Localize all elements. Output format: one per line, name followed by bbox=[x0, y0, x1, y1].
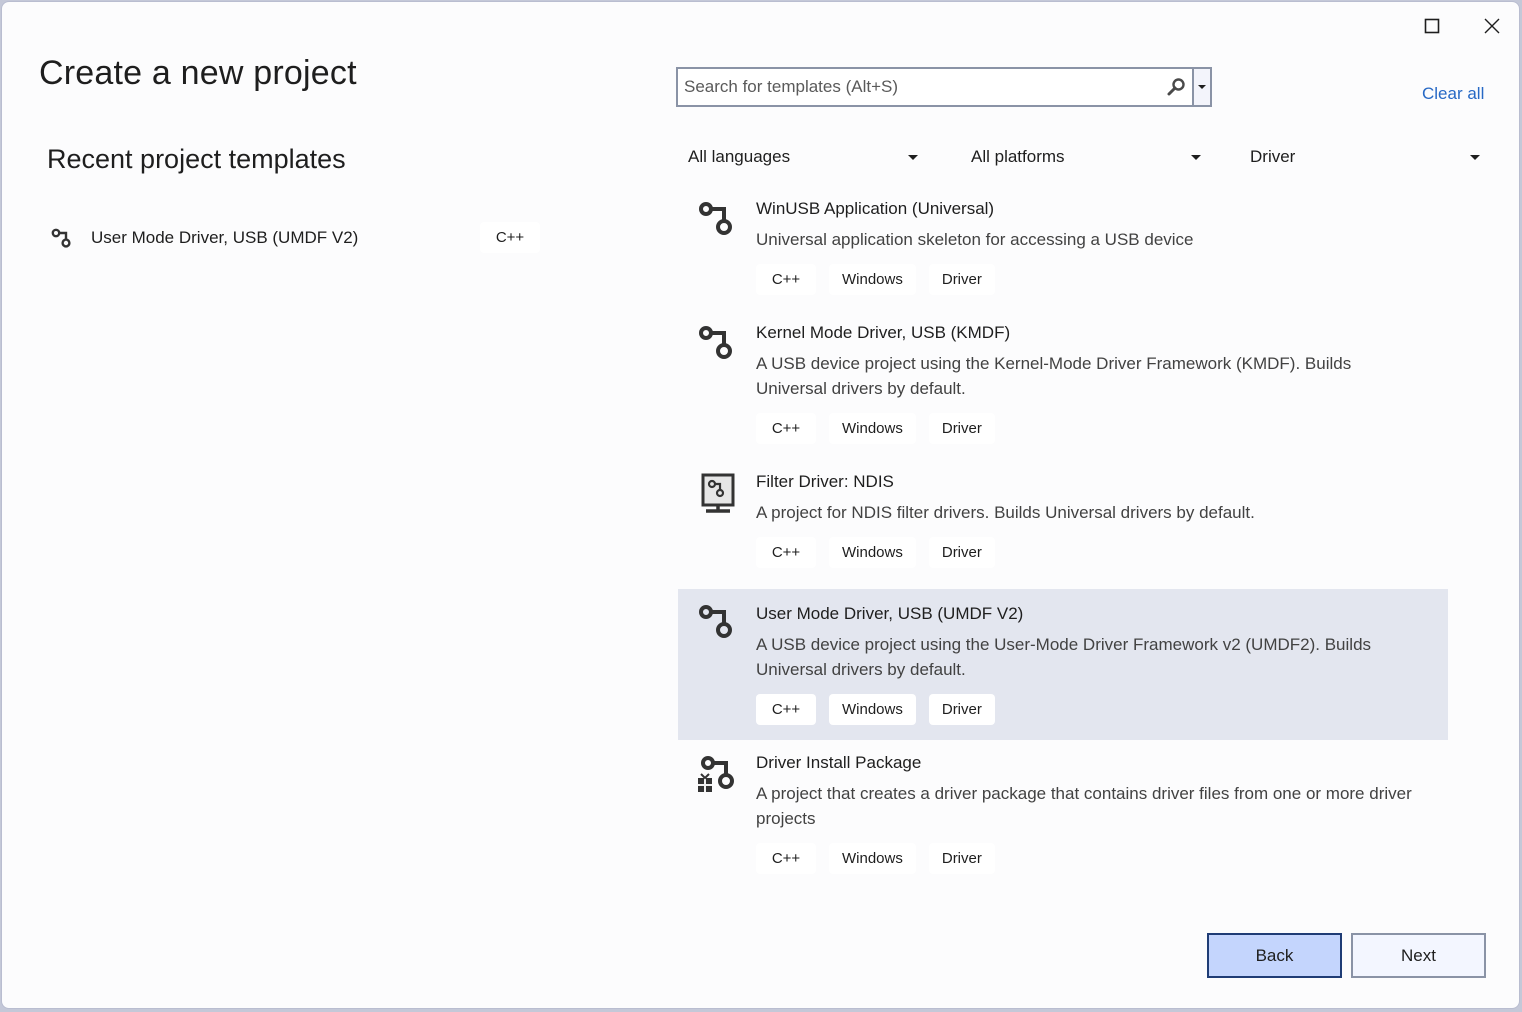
template-item[interactable]: Filter Driver: NDIS A project for NDIS f… bbox=[678, 465, 1448, 582]
close-button[interactable] bbox=[1472, 10, 1512, 42]
driver-icon bbox=[699, 202, 732, 235]
platform-filter-value: All platforms bbox=[971, 147, 1065, 166]
tag-project-type: Driver bbox=[928, 843, 995, 874]
close-icon bbox=[1484, 18, 1500, 34]
template-tags: C++ Windows Driver bbox=[756, 694, 1448, 725]
platform-filter-dropdown[interactable]: All platforms bbox=[961, 140, 1211, 174]
search-history-dropdown[interactable] bbox=[1192, 69, 1210, 105]
language-filter-value: All languages bbox=[688, 147, 791, 166]
tag-project-type: Driver bbox=[928, 413, 995, 444]
template-name: Driver Install Package bbox=[756, 753, 922, 772]
template-item[interactable]: WinUSB Application (Universal) Universal… bbox=[678, 192, 1448, 309]
search-icon bbox=[1167, 78, 1185, 96]
template-description: A project that creates a driver package … bbox=[756, 784, 1412, 828]
template-name: WinUSB Application (Universal) bbox=[756, 199, 995, 218]
template-tags: C++ Windows Driver bbox=[756, 537, 1448, 568]
tag-platform: Windows bbox=[829, 694, 916, 725]
clear-all-link[interactable]: Clear all bbox=[1422, 84, 1484, 104]
tag-language: C++ bbox=[756, 843, 816, 874]
template-description: A USB device project using the Kernel-Mo… bbox=[756, 354, 1352, 398]
recent-template-name: User Mode Driver, USB (UMDF V2) bbox=[91, 228, 359, 247]
tag-language: C++ bbox=[756, 694, 816, 725]
language-filter-dropdown[interactable]: All languages bbox=[678, 140, 928, 174]
maximize-button[interactable] bbox=[1412, 10, 1452, 42]
recent-templates-heading: Recent project templates bbox=[47, 144, 346, 174]
network-filter-icon bbox=[701, 473, 735, 513]
template-item-selected[interactable]: User Mode Driver, USB (UMDF V2) A USB de… bbox=[678, 589, 1448, 740]
tag-platform: Windows bbox=[829, 843, 916, 874]
template-description: Universal application skeleton for acces… bbox=[756, 230, 1194, 249]
chevron-down-icon bbox=[1191, 154, 1201, 160]
project-type-filter-dropdown[interactable]: Driver bbox=[1240, 140, 1490, 174]
driver-icon bbox=[51, 228, 71, 248]
tag-platform: Windows bbox=[829, 413, 916, 444]
next-button[interactable]: Next bbox=[1351, 933, 1486, 978]
search-box bbox=[676, 67, 1212, 107]
template-tags: C++ Windows Driver bbox=[756, 264, 1448, 295]
tag-platform: Windows bbox=[829, 264, 916, 295]
tag-project-type: Driver bbox=[928, 694, 995, 725]
template-name: Kernel Mode Driver, USB (KMDF) bbox=[756, 323, 1011, 342]
template-description: A project for NDIS filter drivers. Build… bbox=[756, 503, 1255, 522]
template-item[interactable]: Driver Install Package A project that cr… bbox=[678, 746, 1448, 888]
template-list: WinUSB Application (Universal) Universal… bbox=[678, 192, 1448, 888]
create-project-dialog: Create a new project Recent project temp… bbox=[1, 1, 1520, 1009]
recent-template-tag: C++ bbox=[480, 222, 540, 253]
project-type-filter-value: Driver bbox=[1250, 147, 1296, 166]
template-name: User Mode Driver, USB (UMDF V2) bbox=[756, 604, 1024, 623]
search-input[interactable] bbox=[678, 69, 1160, 105]
back-button[interactable]: Back bbox=[1207, 933, 1342, 978]
page-title: Create a new project bbox=[39, 54, 357, 92]
tag-project-type: Driver bbox=[928, 264, 995, 295]
template-tags: C++ Windows Driver bbox=[756, 413, 1448, 444]
tag-platform: Windows bbox=[829, 537, 916, 568]
driver-package-icon bbox=[698, 756, 734, 792]
search-button[interactable] bbox=[1160, 69, 1192, 105]
tag-language: C++ bbox=[756, 413, 816, 444]
maximize-icon bbox=[1424, 18, 1440, 34]
tag-project-type: Driver bbox=[928, 537, 995, 568]
chevron-down-icon bbox=[1470, 154, 1480, 160]
recent-template-item[interactable]: User Mode Driver, USB (UMDF V2) C++ bbox=[46, 220, 546, 256]
driver-icon bbox=[699, 326, 732, 359]
tag-language: C++ bbox=[756, 264, 816, 295]
caret-down-icon bbox=[1198, 85, 1206, 89]
tag-language: C++ bbox=[756, 537, 816, 568]
template-tags: C++ Windows Driver bbox=[756, 843, 1448, 874]
template-name: Filter Driver: NDIS bbox=[756, 472, 894, 491]
template-description: A USB device project using the User-Mode… bbox=[756, 635, 1372, 679]
chevron-down-icon bbox=[908, 154, 918, 160]
driver-icon bbox=[699, 605, 732, 638]
template-item[interactable]: Kernel Mode Driver, USB (KMDF) A USB dev… bbox=[678, 316, 1448, 458]
